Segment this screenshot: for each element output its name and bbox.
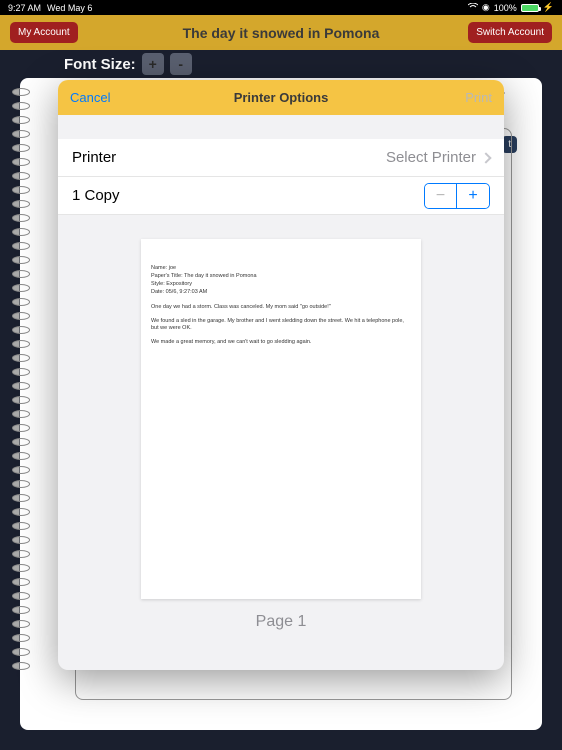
battery-percent: 100%: [494, 3, 517, 13]
preview-para1: One day we had a storm. Class was cancel…: [151, 304, 411, 311]
font-size-label: Font Size:: [64, 56, 136, 73]
battery-icon: [521, 4, 539, 12]
plus-icon: +: [468, 188, 477, 204]
preview-style: Style: Expository: [151, 281, 411, 288]
modal-header: Cancel Printer Options Print: [58, 80, 504, 115]
print-button[interactable]: Print: [465, 90, 492, 105]
copies-label: 1 Copy: [72, 187, 120, 204]
font-decrease-button[interactable]: -: [170, 53, 192, 75]
print-preview-area: Name: joe Paper's Title: The day it snow…: [58, 215, 504, 670]
status-date: Wed May 6: [47, 3, 92, 13]
preview-para3: We made a great memory, and we can't wai…: [151, 339, 411, 346]
page-preview[interactable]: Name: joe Paper's Title: The day it snow…: [141, 239, 421, 599]
status-bar: 9:27 AM Wed May 6 ◉ 100% ⚡: [0, 0, 562, 15]
cancel-button[interactable]: Cancel: [70, 90, 110, 105]
printer-value: Select Printer: [386, 149, 476, 166]
preview-date: Date: 05/6, 9:27:03 AM: [151, 289, 411, 296]
preview-name: Name: joe: [151, 265, 411, 272]
copies-row: 1 Copy − +: [58, 177, 504, 215]
spiral-binding: [12, 88, 32, 720]
copies-stepper: − +: [424, 183, 490, 209]
status-time: 9:27 AM: [8, 3, 41, 13]
printer-label: Printer: [72, 149, 116, 166]
app-header: My Account The day it snowed in Pomona S…: [0, 15, 562, 50]
preview-para2: We found a sled in the garage. My brothe…: [151, 318, 411, 332]
minus-icon: −: [436, 188, 445, 204]
preview-title: Paper's Title: The day it snowed in Pomo…: [151, 273, 411, 280]
copies-decrement-button[interactable]: −: [425, 184, 457, 208]
my-account-button[interactable]: My Account: [10, 22, 78, 43]
switch-account-button[interactable]: Switch Account: [468, 22, 552, 43]
font-increase-button[interactable]: +: [142, 53, 164, 75]
font-size-toolbar: Font Size: + -: [0, 50, 562, 78]
chevron-right-icon: [480, 152, 491, 163]
charging-icon: ⚡: [543, 2, 554, 13]
wifi-icon: [468, 3, 478, 13]
app-title: The day it snowed in Pomona: [183, 25, 380, 41]
page-number-label: Page 1: [256, 613, 307, 631]
printer-options-modal: Cancel Printer Options Print Printer Sel…: [58, 80, 504, 670]
copies-increment-button[interactable]: +: [457, 184, 489, 208]
printer-row[interactable]: Printer Select Printer: [58, 139, 504, 177]
location-icon: ◉: [482, 2, 490, 13]
modal-title: Printer Options: [234, 90, 329, 105]
